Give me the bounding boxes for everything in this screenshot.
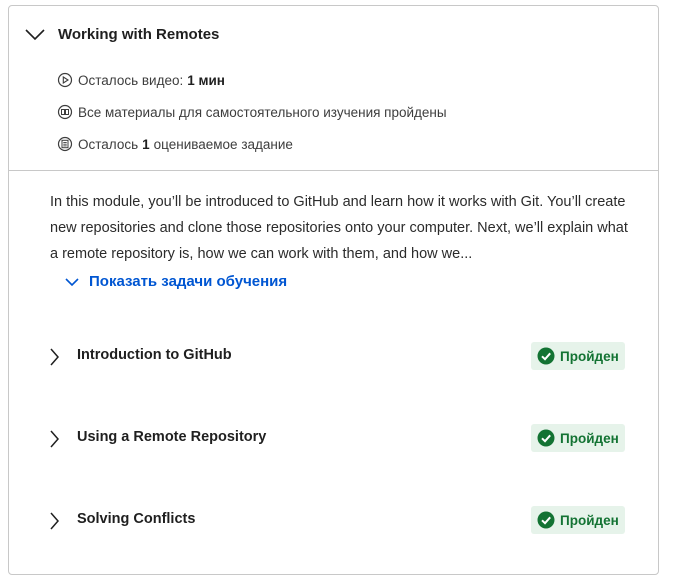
status-label: Пройден [560,430,619,446]
meta-graded-suffix: оцениваемое задание [153,136,293,152]
show-learning-objectives-label: Показать задачи обучения [89,273,288,290]
module-card: Working with Remotes Осталось видео: 1 м… [8,5,659,575]
lesson-title: Using a Remote Repository [77,429,267,445]
status-label: Пройден [560,348,619,364]
lesson-title: Introduction to GitHub [77,347,232,363]
meta-graded: Осталось 1 оцениваемое задание [57,136,293,152]
status-badge: Пройден [531,424,625,452]
lesson-title: Solving Conflicts [77,511,196,527]
show-learning-objectives-button[interactable]: Показать задачи обучения [65,273,287,290]
meta-video-value: 1 мин [187,72,225,88]
check-circle-icon [537,511,555,529]
chevron-down-icon [65,277,79,286]
reading-icon [57,104,73,120]
lesson-item[interactable]: Using a Remote Repository Пройден [9,418,658,458]
module-header[interactable]: Working with Remotes Осталось видео: 1 м… [9,6,658,171]
meta-materials-text: Все материалы для самостоятельного изуче… [78,104,447,120]
status-badge: Пройден [531,506,625,534]
module-title: Working with Remotes [58,26,220,43]
check-circle-icon [537,347,555,365]
status-badge: Пройден [531,342,625,370]
chevron-right-icon [50,430,59,448]
chevron-down-icon[interactable] [25,28,45,42]
meta-video-prefix: Осталось видео: [78,72,184,88]
chevron-right-icon [50,348,59,366]
meta-materials: Все материалы для самостоятельного изуче… [57,104,447,120]
lesson-item[interactable]: Introduction to GitHub Пройден [9,336,658,376]
check-circle-icon [537,429,555,447]
play-circle-icon [57,72,73,88]
meta-graded-count: 1 [142,136,150,152]
chevron-right-icon [50,512,59,530]
meta-graded-prefix: Осталось [78,136,139,152]
status-label: Пройден [560,512,619,528]
lesson-item[interactable]: Solving Conflicts Пройден [9,500,658,540]
meta-video: Осталось видео: 1 мин [57,72,229,88]
assignment-icon [57,136,73,152]
module-description: In this module, you’ll be introduced to … [50,194,628,262]
